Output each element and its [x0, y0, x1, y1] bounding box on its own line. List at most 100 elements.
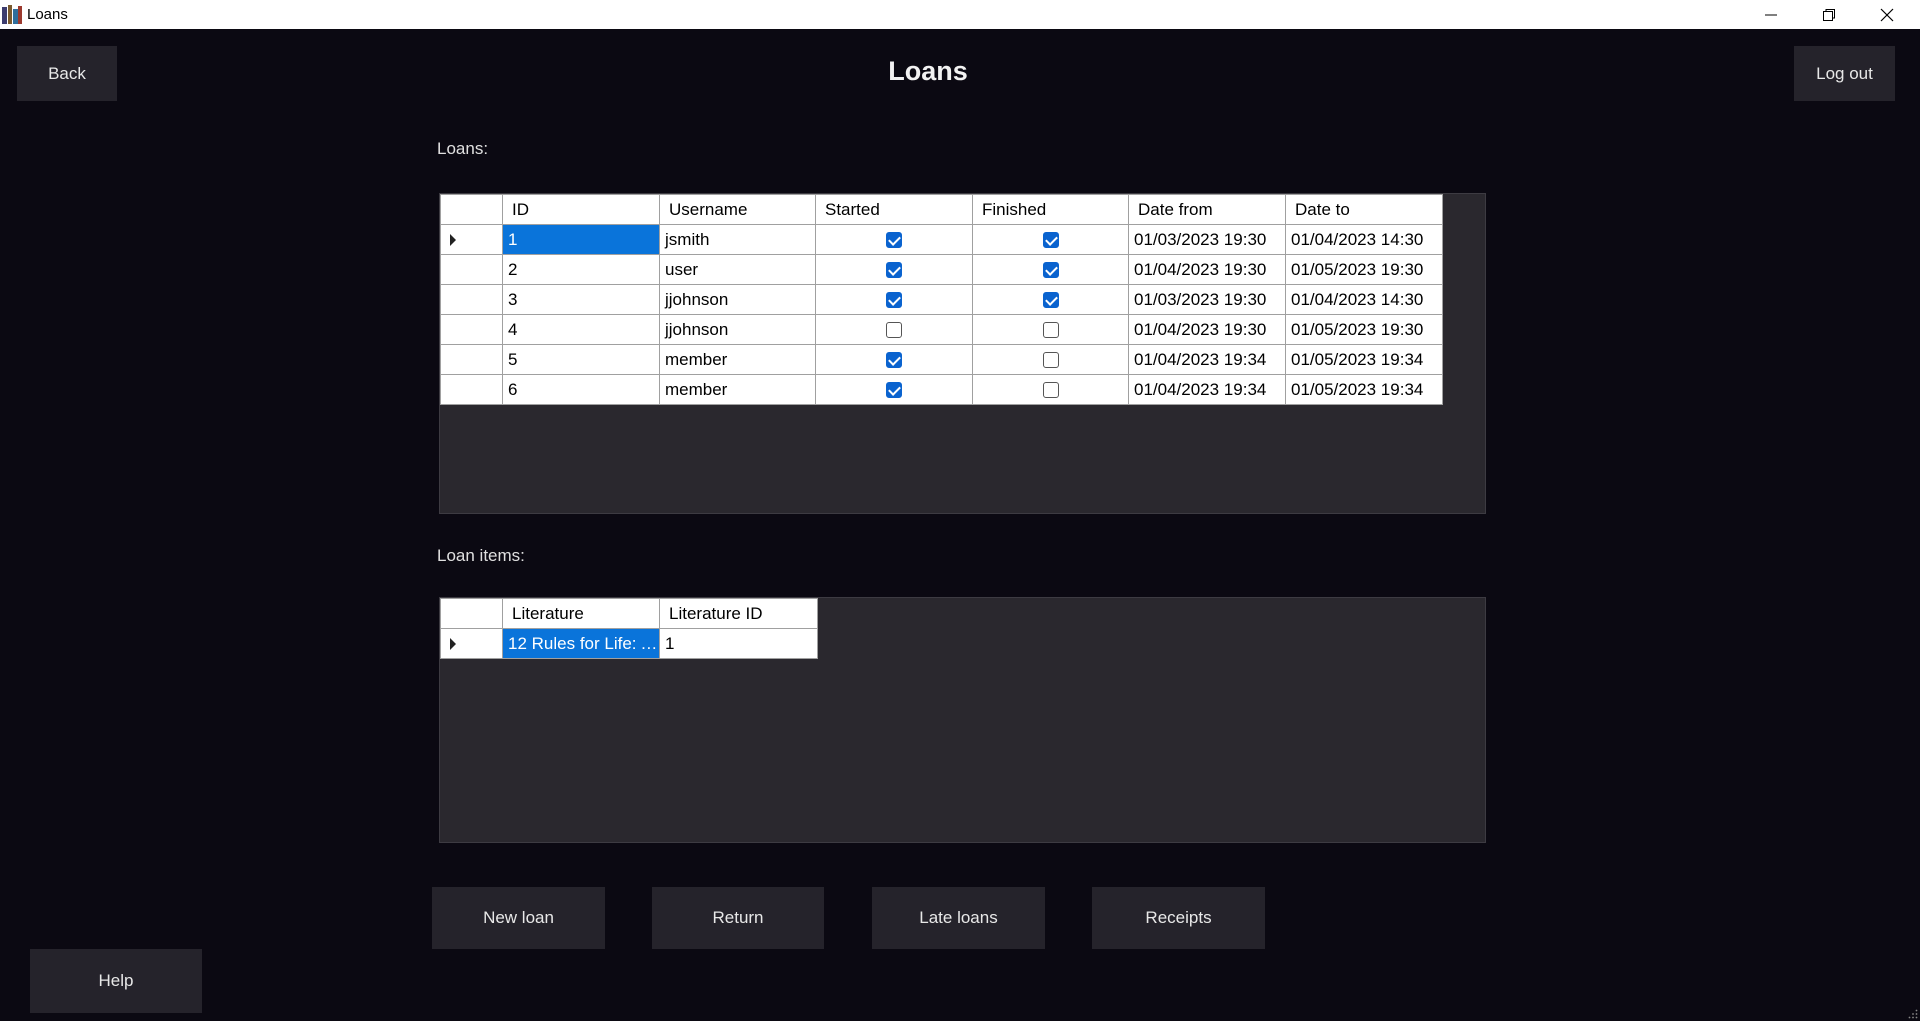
cell-date-to[interactable]: 01/05/2023 19:34 [1285, 344, 1443, 375]
loans-grid[interactable]: ID Username Started Finished Date from D… [439, 193, 1486, 514]
page-title: Loans [888, 56, 968, 86]
cell-username[interactable]: jjohnson [659, 314, 816, 345]
column-header-literature-id[interactable]: Literature ID [659, 598, 818, 629]
cell-date-from[interactable]: 01/04/2023 19:30 [1128, 254, 1286, 285]
cell-date-to[interactable]: 01/05/2023 19:34 [1285, 374, 1443, 405]
loan-items-grid[interactable]: Literature Literature ID 12 Rules for Li… [439, 597, 1486, 843]
started-checkbox[interactable] [886, 352, 902, 369]
cell-literature[interactable]: 12 Rules for Life: An Antidote to Chaos [502, 628, 660, 659]
table-row[interactable]: 2 user 01/04/2023 19:30 01/05/2023 19:30 [440, 254, 1443, 285]
row-header-corner [440, 194, 503, 225]
cell-date-from[interactable]: 01/03/2023 19:30 [1128, 284, 1286, 315]
late-loans-button[interactable]: Late loans [872, 887, 1045, 949]
row-header[interactable] [440, 314, 503, 345]
cell-finished[interactable] [972, 284, 1129, 315]
cell-started[interactable] [815, 374, 973, 405]
table-row[interactable]: 6 member 01/04/2023 19:34 01/05/2023 19:34 [440, 374, 1443, 405]
column-header-username[interactable]: Username [659, 194, 816, 225]
row-header[interactable] [440, 628, 503, 659]
column-header-started[interactable]: Started [815, 194, 973, 225]
current-row-arrow-icon [450, 638, 456, 651]
resize-grip-icon[interactable] [1908, 1009, 1918, 1019]
close-window-button[interactable] [1858, 0, 1916, 29]
row-header[interactable] [440, 224, 503, 255]
table-row[interactable]: 4 jjohnson 01/04/2023 19:30 01/05/2023 19:3… [440, 314, 1443, 345]
window-title: Loans [27, 6, 68, 23]
column-header-date-to[interactable]: Date to [1285, 194, 1443, 225]
row-header[interactable] [440, 284, 503, 315]
row-header[interactable] [440, 374, 503, 405]
logout-button[interactable]: Log out [1794, 46, 1895, 101]
cell-id[interactable]: 2 [502, 254, 660, 285]
cell-id[interactable]: 4 [502, 314, 660, 345]
finished-checkbox[interactable] [1042, 382, 1059, 399]
cell-id[interactable]: 3 [502, 284, 660, 315]
cell-username[interactable]: member [659, 374, 816, 405]
finished-checkbox[interactable] [1042, 232, 1059, 249]
loan-items-table: Literature Literature ID 12 Rules for Li… [440, 598, 818, 659]
row-header[interactable] [440, 344, 503, 375]
cell-id[interactable]: 1 [502, 224, 660, 255]
row-header[interactable] [440, 254, 503, 285]
cell-started[interactable] [815, 344, 973, 375]
table-row[interactable]: 12 Rules for Life: An Antidote to Chaos1 [440, 628, 818, 659]
minimize-icon [1765, 14, 1777, 15]
cell-date-from[interactable]: 01/03/2023 19:30 [1128, 224, 1286, 255]
started-checkbox[interactable] [886, 232, 902, 249]
loans-header-row: ID Username Started Finished Date from D… [440, 194, 1443, 225]
app-books-icon [2, 5, 22, 24]
cell-date-from[interactable]: 01/04/2023 19:30 [1128, 314, 1286, 345]
column-header-literature[interactable]: Literature [502, 598, 660, 629]
cell-date-to[interactable]: 01/04/2023 14:30 [1285, 284, 1443, 315]
row-header-corner [440, 598, 503, 629]
table-row[interactable]: 3 jjohnson 01/03/2023 19:30 01/04/2023 14:3… [440, 284, 1443, 315]
cell-finished[interactable] [972, 374, 1129, 405]
loans-table: ID Username Started Finished Date from D… [440, 194, 1443, 405]
new-loan-button[interactable]: New loan [432, 887, 605, 949]
cell-finished[interactable] [972, 224, 1129, 255]
cell-finished[interactable] [972, 314, 1129, 345]
cell-date-from[interactable]: 01/04/2023 19:34 [1128, 344, 1286, 375]
finished-checkbox[interactable] [1042, 322, 1059, 339]
finished-checkbox[interactable] [1042, 352, 1059, 369]
started-checkbox[interactable] [886, 382, 902, 399]
finished-checkbox[interactable] [1042, 292, 1059, 309]
column-header-date-from[interactable]: Date from [1128, 194, 1286, 225]
cell-username[interactable]: jsmith [659, 224, 816, 255]
cell-date-to[interactable]: 01/05/2023 19:30 [1285, 314, 1443, 345]
table-row[interactable]: 1 jsmith 01/03/2023 19:30 01/04/2023 14:30 [440, 224, 1443, 255]
finished-checkbox[interactable] [1042, 262, 1059, 279]
cell-date-to[interactable]: 01/04/2023 14:30 [1285, 224, 1443, 255]
minimize-button[interactable] [1742, 0, 1800, 29]
return-button[interactable]: Return [652, 887, 824, 949]
receipts-button[interactable]: Receipts [1092, 887, 1265, 949]
started-checkbox[interactable] [886, 322, 902, 339]
help-button[interactable]: Help [30, 949, 202, 1013]
cell-username[interactable]: member [659, 344, 816, 375]
cell-date-from[interactable]: 01/04/2023 19:34 [1128, 374, 1286, 405]
cell-id[interactable]: 5 [502, 344, 660, 375]
window-titlebar: Loans [0, 0, 1920, 29]
cell-finished[interactable] [972, 344, 1129, 375]
column-header-finished[interactable]: Finished [972, 194, 1129, 225]
current-row-arrow-icon [450, 234, 456, 247]
table-row[interactable]: 5 member 01/04/2023 19:34 01/05/2023 19:34 [440, 344, 1443, 375]
loan-items-label: Loan items: [437, 546, 525, 565]
cell-id[interactable]: 6 [502, 374, 660, 405]
restore-button[interactable] [1800, 0, 1858, 29]
started-checkbox[interactable] [886, 262, 902, 279]
close-icon [1880, 8, 1894, 21]
cell-started[interactable] [815, 284, 973, 315]
cell-started[interactable] [815, 314, 973, 345]
cell-date-to[interactable]: 01/05/2023 19:30 [1285, 254, 1443, 285]
loan-items-header-row: Literature Literature ID [440, 598, 818, 629]
restore-icon [1823, 8, 1835, 21]
started-checkbox[interactable] [886, 292, 902, 309]
cell-literature-id[interactable]: 1 [659, 628, 818, 659]
cell-started[interactable] [815, 224, 973, 255]
cell-started[interactable] [815, 254, 973, 285]
cell-finished[interactable] [972, 254, 1129, 285]
cell-username[interactable]: jjohnson [659, 284, 816, 315]
column-header-id[interactable]: ID [502, 194, 660, 225]
cell-username[interactable]: user [659, 254, 816, 285]
